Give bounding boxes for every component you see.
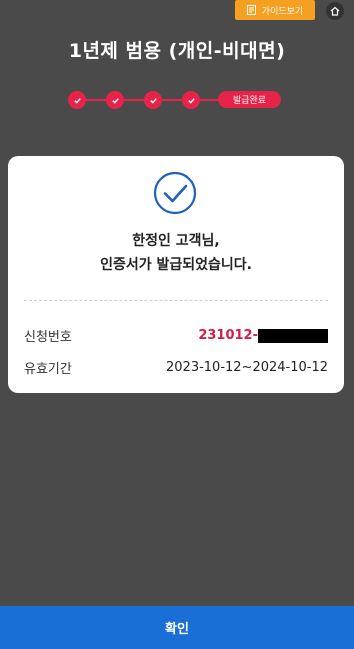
- check-icon: [149, 97, 157, 104]
- check-icon: [111, 97, 119, 104]
- page-title: 1년제 범용 (개인-비대면): [68, 40, 286, 62]
- step-3-done: [144, 91, 162, 109]
- application-number-label: 신청번호: [24, 330, 72, 345]
- guide-button-label: 가이드보기: [261, 6, 304, 17]
- step-2-done: [106, 91, 124, 109]
- application-number-row: 신청번호 231012-: [24, 326, 328, 345]
- home-button[interactable]: [326, 2, 344, 20]
- guide-button[interactable]: 가이드보기: [235, 0, 315, 20]
- application-number-prefix: 231012-: [198, 328, 258, 343]
- redacted-block: [258, 328, 328, 343]
- progress-steps: 발급완료: [68, 90, 283, 110]
- divider: [24, 300, 328, 301]
- check-icon: [73, 97, 81, 104]
- message-line-2: 인증서가 발급되었습니다.: [100, 257, 252, 273]
- check-circle-icon: [153, 171, 197, 215]
- home-icon: [330, 6, 340, 16]
- step-4-done: [182, 91, 200, 109]
- message-line-1: 한정인 고객님,: [132, 233, 220, 249]
- check-icon: [187, 97, 195, 104]
- result-card: 한정인 고객님, 인증서가 발급되었습니다. 신청번호 231012- 유효기간…: [8, 156, 344, 393]
- success-message: 한정인 고객님, 인증서가 발급되었습니다.: [8, 229, 344, 277]
- current-step-pill: 발급완료: [218, 91, 281, 108]
- validity-label: 유효기간: [24, 362, 72, 377]
- application-number-value: 231012-: [198, 328, 328, 343]
- step-1-done: [68, 91, 86, 109]
- document-icon: [246, 5, 256, 15]
- validity-value: 2023-10-12~2024-10-12: [166, 360, 328, 375]
- validity-row: 유효기간 2023-10-12~2024-10-12: [24, 358, 328, 377]
- confirm-button[interactable]: 확인: [0, 606, 354, 649]
